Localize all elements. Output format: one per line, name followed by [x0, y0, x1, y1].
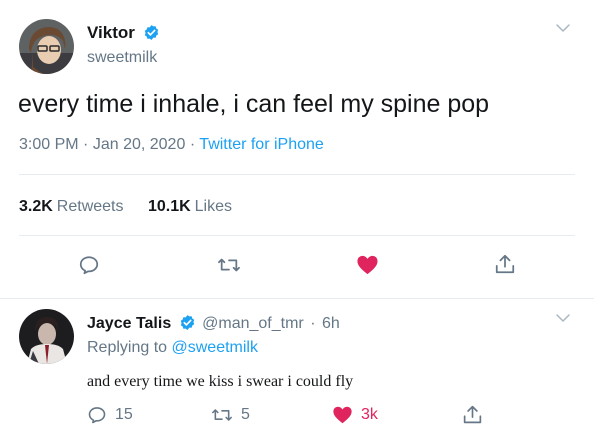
- author-handle[interactable]: sweetmilk: [87, 49, 157, 67]
- reply-button[interactable]: [78, 254, 100, 276]
- chevron-down-icon[interactable]: [554, 19, 572, 37]
- tweet-text: every time i inhale, i can feel my spine…: [18, 90, 490, 118]
- likes-stat[interactable]: 10.1K Likes: [148, 198, 232, 216]
- avatar-image: [19, 309, 74, 364]
- heart-icon: [357, 255, 378, 275]
- retweet-icon: [218, 258, 240, 272]
- reply-bubble-icon: [79, 256, 99, 275]
- meta-separator: ·: [310, 315, 316, 332]
- tweet-time[interactable]: 3:00 PM: [19, 136, 79, 153]
- reply-retweet-count: 5: [241, 406, 250, 423]
- verified-badge-icon: [180, 315, 194, 330]
- retweets-label: Retweets: [56, 198, 124, 215]
- retweet-button[interactable]: [217, 254, 241, 276]
- tweet-stats: 3.2K Retweets 10.1K Likes: [19, 198, 252, 216]
- reply-author-avatar[interactable]: [19, 309, 74, 364]
- reply-like-count: 3k: [361, 406, 378, 423]
- retweet-icon: [212, 409, 232, 421]
- tweet-source-link[interactable]: Twitter for iPhone: [199, 136, 324, 153]
- share-icon: [495, 254, 515, 274]
- main-tweet: Viktor sweetmilk every time i inhale, i …: [0, 0, 594, 298]
- likes-label: Likes: [194, 198, 233, 215]
- replying-to: Replying to @sweetmilk: [87, 339, 258, 357]
- avatar-image: [19, 19, 74, 74]
- reply-author-name[interactable]: Jayce Talis: [87, 315, 171, 332]
- author-avatar[interactable]: [19, 19, 74, 74]
- replying-to-label: Replying to: [87, 339, 168, 356]
- author-name-text: Viktor: [87, 23, 135, 42]
- reply-reply-button[interactable]: 15: [87, 405, 133, 425]
- meta-separator: ·: [83, 136, 89, 153]
- meta-separator: ·: [189, 136, 196, 153]
- reply-like-button[interactable]: 3k: [332, 405, 378, 425]
- tweet-meta: 3:00 PM · Jan 20, 2020 · Twitter for iPh…: [19, 136, 324, 154]
- reply-text: and every time we kiss i swear i could f…: [87, 373, 354, 390]
- retweets-count: 3.2K: [19, 198, 53, 215]
- heart-icon: [333, 406, 352, 424]
- replying-to-mention[interactable]: @sweetmilk: [172, 339, 258, 356]
- author-name[interactable]: Viktor: [87, 23, 160, 43]
- reply-share-button[interactable]: [462, 404, 483, 425]
- reply-reply-count: 15: [115, 406, 133, 423]
- reply-author-handle[interactable]: @man_of_tmr: [202, 315, 304, 332]
- section-divider: [0, 298, 594, 299]
- like-button[interactable]: [356, 254, 379, 276]
- tweet-date[interactable]: Jan 20, 2020: [93, 136, 186, 153]
- divider: [19, 235, 575, 236]
- chevron-down-icon[interactable]: [554, 309, 572, 327]
- share-button[interactable]: [494, 253, 516, 275]
- reply-retweet-button[interactable]: 5: [211, 405, 250, 425]
- verified-badge-icon: [144, 25, 158, 40]
- reply-header: Jayce Talis @man_of_tmr · 6h: [87, 314, 340, 333]
- likes-count: 10.1K: [147, 198, 191, 215]
- reply-bubble-icon: [88, 407, 106, 424]
- divider: [19, 174, 575, 175]
- reply-time[interactable]: 6h: [322, 315, 340, 332]
- retweets-stat[interactable]: 3.2K Retweets: [19, 198, 124, 216]
- share-icon: [463, 405, 482, 424]
